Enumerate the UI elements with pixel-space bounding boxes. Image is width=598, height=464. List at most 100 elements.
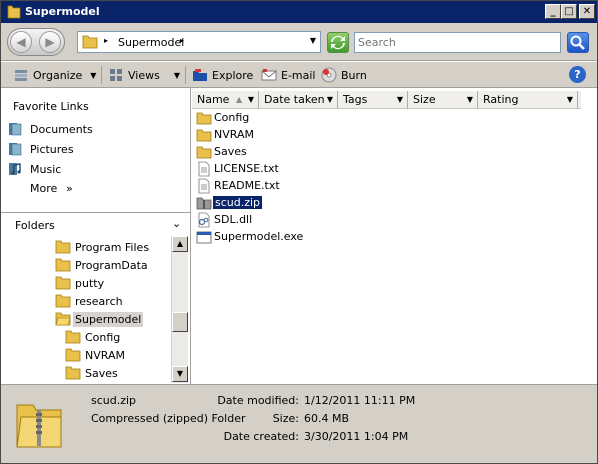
tree-item-label: NVRAM — [85, 348, 125, 362]
column-header-tags[interactable]: Tags ▼ — [338, 91, 408, 109]
more-links-button[interactable]: More — [30, 182, 57, 195]
address-bar[interactable]: ▸ Supermodel ▸ ▼ — [77, 31, 321, 53]
folder-icon — [55, 240, 71, 254]
tree-item-research[interactable]: research — [55, 292, 123, 310]
search-box[interactable] — [354, 32, 561, 53]
folder-tree: Program Files ProgramData putty research… — [1, 236, 171, 384]
arrow-down-icon: ▼ — [176, 369, 184, 378]
tree-item-nvram[interactable]: NVRAM — [65, 346, 125, 364]
tree-item-label: putty — [75, 276, 105, 290]
tree-item-label: research — [75, 294, 123, 308]
favorite-label: Pictures — [30, 142, 74, 156]
file-item-supermodel-exe[interactable]: Supermodel.exe — [196, 228, 303, 245]
column-dropdown-icon[interactable]: ▼ — [248, 91, 254, 109]
column-header-date-taken[interactable]: Date taken ▼ — [259, 91, 338, 109]
search-input[interactable] — [355, 33, 560, 52]
window-title: Supermodel — [25, 5, 100, 18]
chevron-down-icon[interactable]: ⌄ — [172, 217, 181, 230]
file-name: scud.zip — [213, 196, 263, 209]
column-dropdown-icon[interactable]: ▼ — [327, 91, 333, 109]
breadcrumb-supermodel[interactable]: Supermodel — [118, 36, 184, 49]
burn-button[interactable]: Burn — [321, 67, 367, 83]
file-item-scud-zip[interactable]: scud.zip — [196, 194, 263, 211]
file-item-readme[interactable]: README.txt — [196, 177, 280, 194]
file-name: README.txt — [214, 179, 280, 192]
search-button[interactable] — [567, 32, 589, 53]
scroll-down-button[interactable]: ▼ — [172, 366, 188, 382]
envelope-icon — [261, 69, 277, 81]
zip-file-icon — [196, 197, 212, 209]
file-list-pane: Name ▲ ▼ Date taken ▼ Tags ▼ Size ▼ Rati… — [192, 88, 597, 384]
refresh-button[interactable] — [327, 32, 349, 53]
maximize-button[interactable]: □ — [561, 4, 577, 19]
folders-header[interactable]: Folders ⌄ — [1, 212, 190, 236]
tree-item-programdata[interactable]: ProgramData — [55, 256, 148, 274]
tree-item-program-files[interactable]: Program Files — [55, 238, 149, 256]
breadcrumb-separator-icon[interactable]: ▸ — [104, 36, 108, 45]
tree-item-label: Saves — [85, 366, 118, 380]
minimize-button[interactable]: _ — [545, 4, 561, 19]
tree-item-config[interactable]: Config — [65, 328, 120, 346]
size-label: Size: — [272, 412, 299, 425]
column-header-size[interactable]: Size ▼ — [408, 91, 478, 109]
toolbar-divider — [101, 66, 102, 84]
burn-label: Burn — [341, 68, 367, 82]
details-pane: scud.zip Compressed (zipped) Folder Date… — [1, 384, 597, 463]
forward-button[interactable]: ▶ — [39, 31, 61, 53]
column-header-name[interactable]: Name ▲ ▼ — [192, 91, 259, 109]
back-button[interactable]: ◀ — [10, 31, 32, 53]
favorite-links-title: Favorite Links — [13, 100, 89, 113]
email-button[interactable]: E-mail — [261, 67, 316, 83]
column-dropdown-icon[interactable]: ▼ — [567, 91, 573, 109]
favorite-music[interactable]: Music — [7, 160, 61, 178]
file-item-nvram[interactable]: NVRAM — [196, 126, 254, 143]
size-value: 60.4 MB — [304, 412, 350, 425]
refresh-icon — [331, 35, 345, 50]
sort-ascending-icon: ▲ — [236, 95, 243, 104]
favorite-pictures[interactable]: Pictures — [7, 140, 74, 158]
caret-down-icon: ▼ — [173, 70, 180, 80]
folder-icon — [65, 330, 81, 344]
tree-item-putty[interactable]: putty — [55, 274, 104, 292]
organize-button[interactable]: Organize ▼ — [13, 67, 96, 83]
file-item-saves[interactable]: Saves — [196, 143, 247, 160]
more-chevron-icon[interactable]: » — [66, 182, 73, 195]
organize-icon — [15, 70, 27, 81]
breadcrumb-chevron-icon[interactable]: ▸ — [180, 36, 184, 45]
organize-label: Organize — [33, 68, 83, 82]
file-name: NVRAM — [214, 128, 254, 141]
title-bar[interactable]: Supermodel _ □ ✕ — [1, 1, 597, 23]
column-label: Date taken — [264, 93, 325, 106]
date-created-label: Date created: — [223, 430, 299, 443]
file-item-sdl-dll[interactable]: SDL.dll — [196, 211, 252, 228]
scroll-up-button[interactable]: ▲ — [172, 236, 188, 252]
explore-button[interactable]: Explore — [192, 67, 253, 83]
column-dropdown-icon[interactable]: ▼ — [397, 91, 403, 109]
file-item-config[interactable]: Config — [196, 109, 249, 126]
text-file-icon — [198, 178, 210, 193]
close-button[interactable]: ✕ — [579, 4, 595, 19]
file-item-license[interactable]: LICENSE.txt — [196, 160, 279, 177]
folder-icon — [55, 294, 71, 308]
folder-icon — [65, 366, 81, 380]
column-header-rating[interactable]: Rating ▼ — [478, 91, 578, 109]
folder-icon — [82, 35, 98, 49]
details-file-name: scud.zip — [91, 394, 137, 407]
tree-item-supermodel[interactable]: Supermodel — [55, 310, 144, 328]
favorite-documents[interactable]: Documents — [7, 120, 93, 138]
tree-item-label: Program Files — [75, 240, 150, 254]
folder-tree-scrollbar[interactable]: ▲ ▼ — [171, 236, 188, 383]
date-created-value: 3/30/2011 1:04 PM — [304, 430, 409, 443]
column-dropdown-icon[interactable]: ▼ — [467, 91, 473, 109]
column-label: Tags — [343, 93, 368, 106]
folder-icon — [55, 258, 71, 272]
views-button[interactable]: Views ▼ — [108, 67, 180, 83]
documents-icon — [9, 123, 22, 136]
tree-item-saves[interactable]: Saves — [65, 364, 118, 382]
address-row: ◀ ▶ ▸ Supermodel ▸ ▼ — [1, 23, 597, 61]
scrollbar-thumb[interactable] — [172, 312, 188, 332]
address-dropdown-icon[interactable]: ▼ — [310, 36, 316, 45]
help-button[interactable]: ? — [569, 66, 586, 83]
tree-item-label: ProgramData — [75, 258, 148, 272]
tree-item-label: Supermodel — [73, 311, 144, 327]
